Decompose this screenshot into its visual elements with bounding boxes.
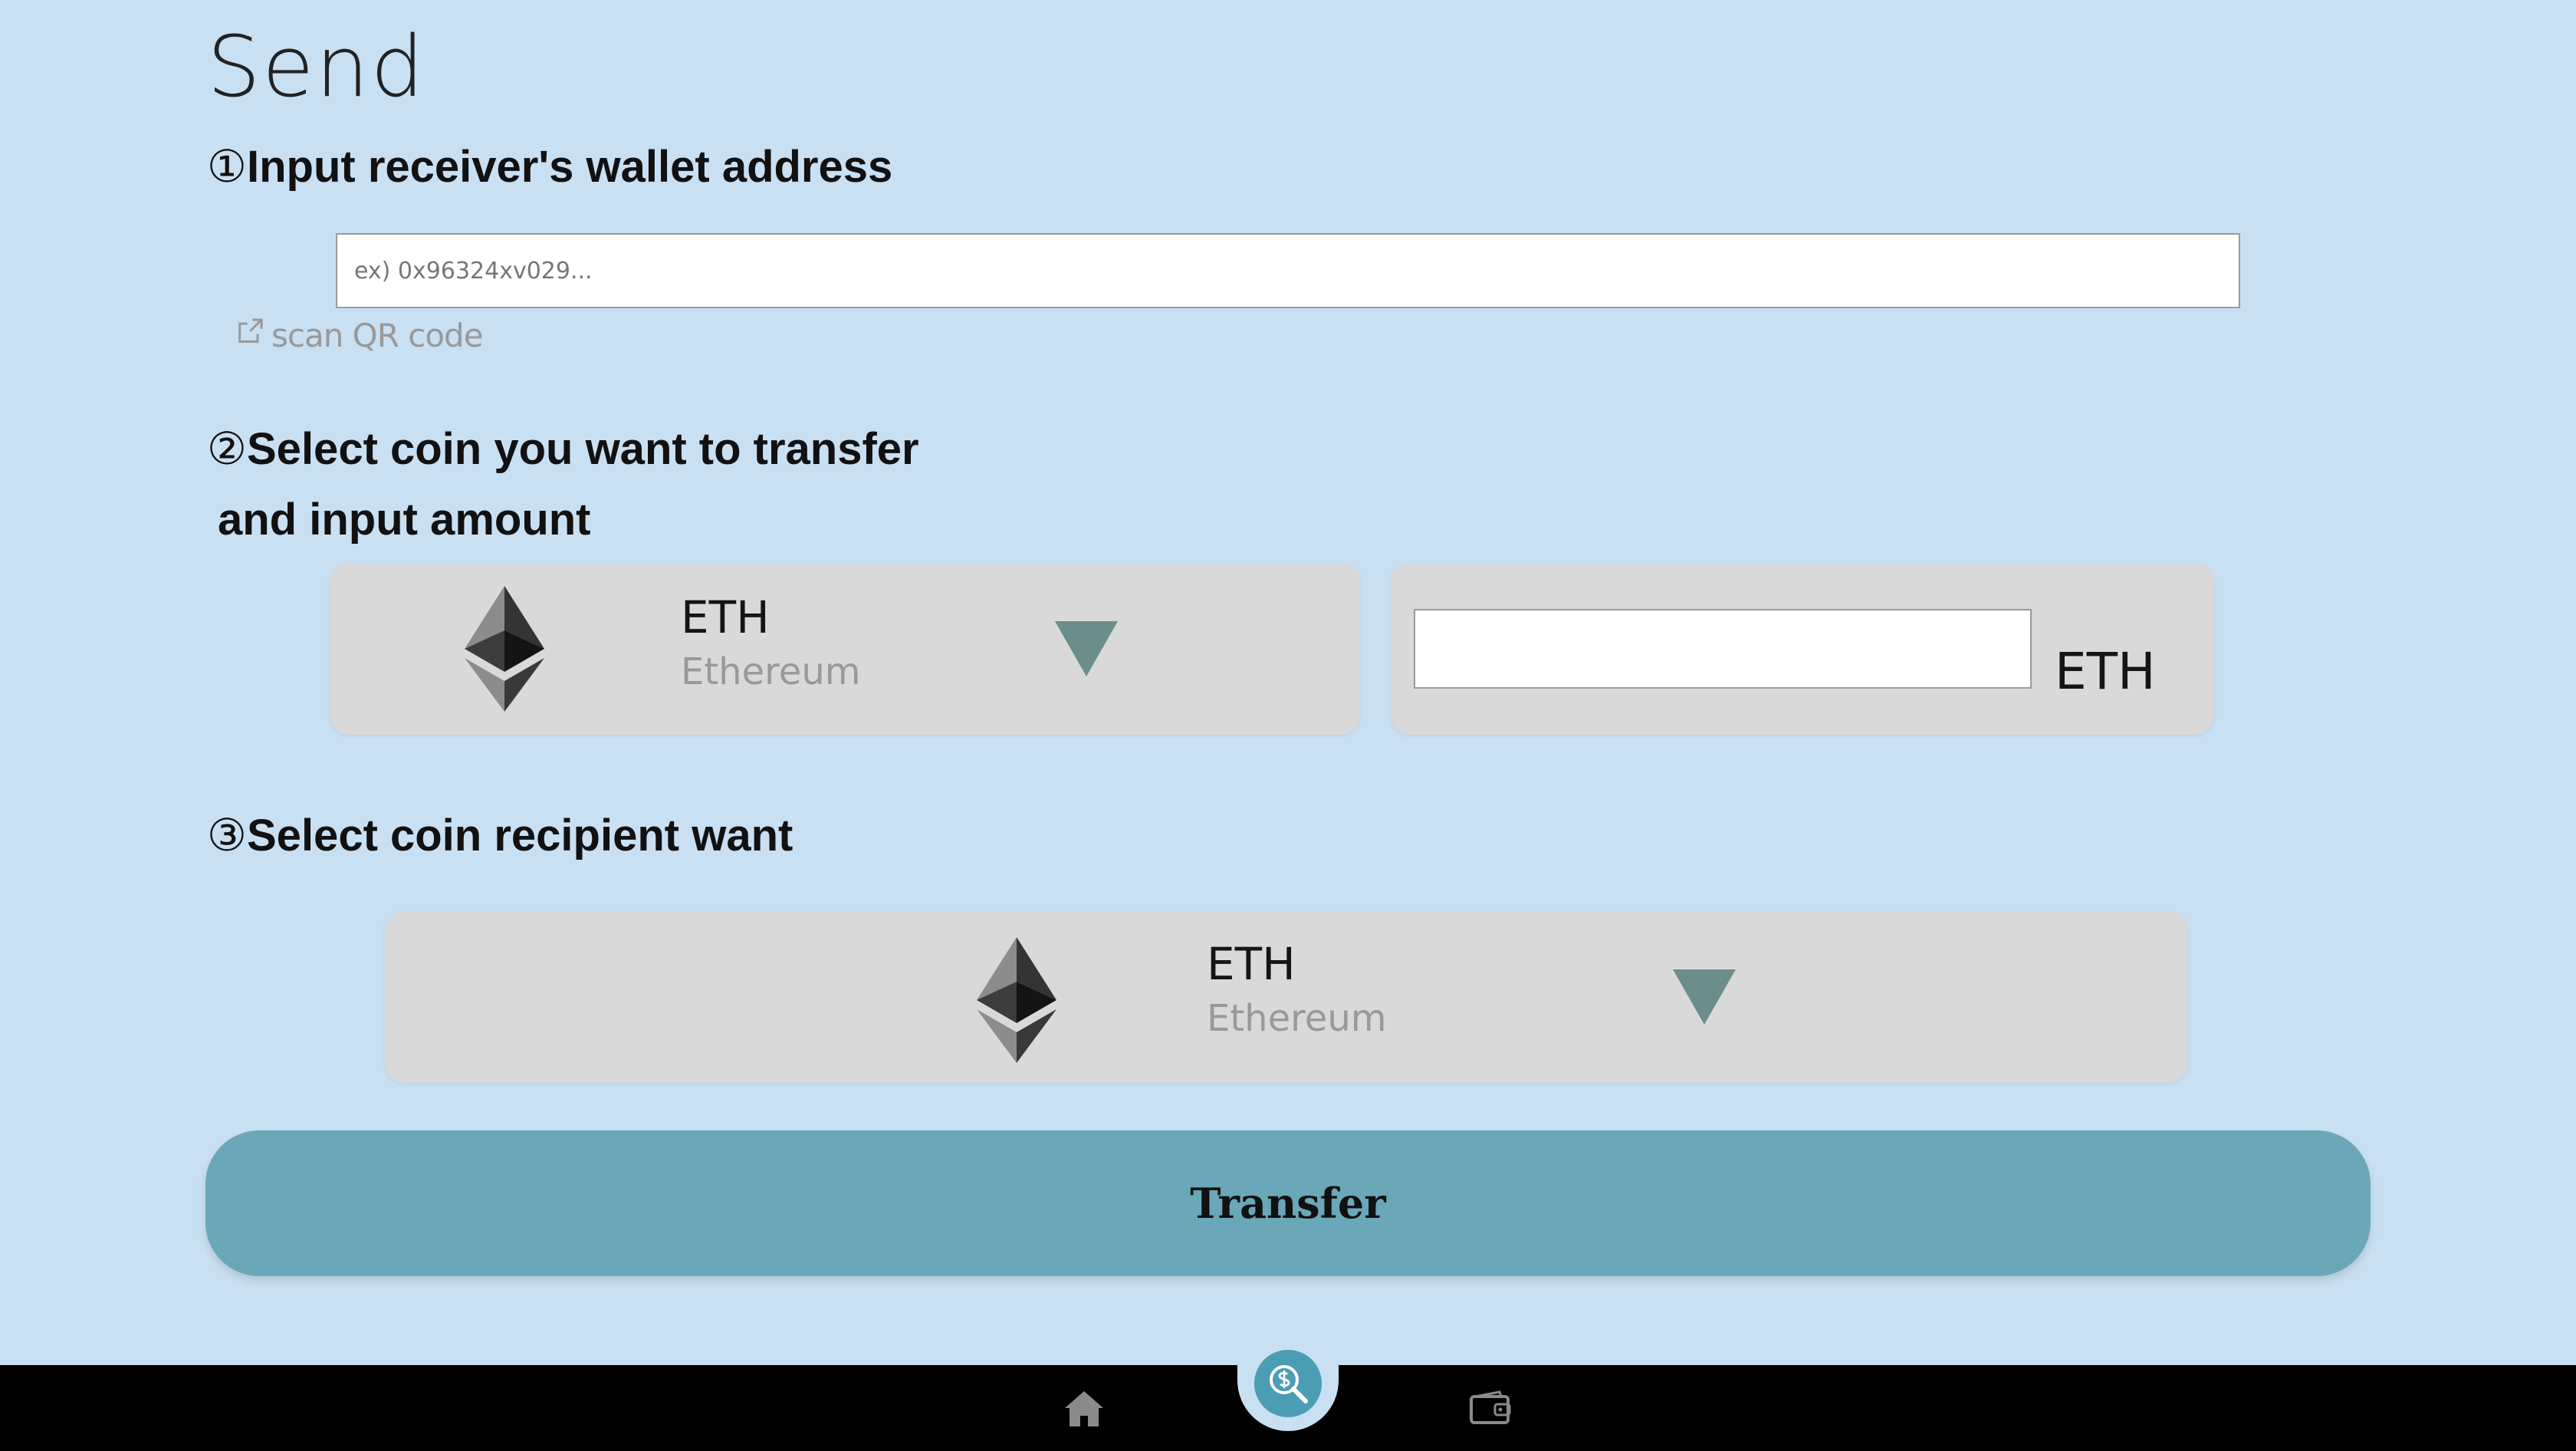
ethereum-icon	[977, 937, 1056, 1067]
send-coin-dropdown[interactable]: ETH Ethereum	[330, 563, 1360, 735]
receive-coin-symbol: ETH	[1207, 938, 1296, 990]
search-coin-icon[interactable]	[1254, 1350, 1322, 1417]
step2-number: ②	[207, 424, 247, 474]
step2-label-line1: Select coin you want to transfer	[247, 424, 919, 474]
chevron-down-icon	[1673, 969, 1736, 1028]
amount-unit: ETH	[2055, 642, 2156, 701]
step3-number: ③	[207, 811, 247, 860]
send-coin-name: Ethereum	[681, 650, 861, 693]
wallet-address-input[interactable]	[336, 233, 2240, 308]
wallet-icon[interactable]	[1467, 1388, 1513, 1428]
home-icon[interactable]	[1061, 1387, 1107, 1431]
external-link-icon	[235, 316, 271, 354]
chevron-down-icon	[1055, 621, 1118, 680]
receive-coin-dropdown[interactable]: ETH Ethereum	[385, 911, 2188, 1083]
transfer-button[interactable]: Transfer	[205, 1130, 2371, 1276]
ethereum-icon	[465, 586, 544, 716]
amount-input[interactable]	[1414, 609, 2032, 689]
step3-label: Select coin recipient want	[247, 811, 794, 860]
step1-number: ①	[207, 142, 247, 192]
step3-heading: ③Select coin recipient want	[207, 805, 793, 867]
scan-qr-link[interactable]: scan QR code	[235, 310, 484, 360]
step1-label: Input receiver's wallet address	[247, 142, 893, 192]
scan-qr-label: scan QR code	[271, 316, 484, 354]
step1-heading: ①Input receiver's wallet address	[207, 137, 892, 198]
send-coin-symbol: ETH	[681, 591, 770, 643]
step2-heading-line2: and input amount	[218, 495, 591, 545]
receive-coin-name: Ethereum	[1207, 997, 1387, 1040]
step2-heading: ②Select coin you want to transfer	[207, 419, 919, 480]
page-title: Send	[207, 18, 426, 116]
